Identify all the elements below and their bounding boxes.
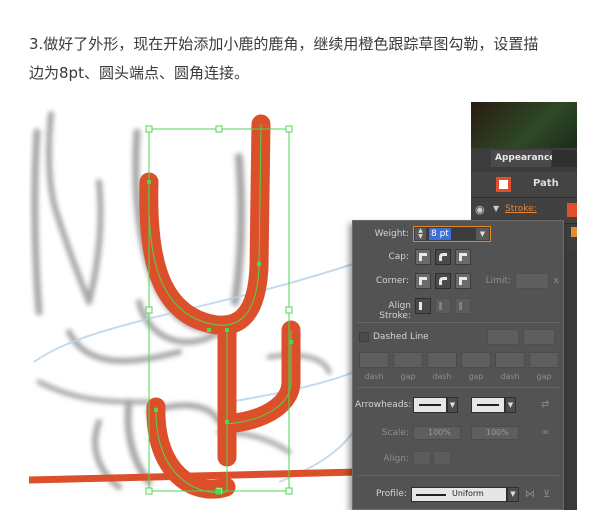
dash-input-1[interactable]	[359, 352, 389, 368]
visibility-eye-icon[interactable]: ◉	[475, 203, 485, 216]
align-outside-icon[interactable]	[455, 298, 471, 314]
dash-label: dash	[432, 372, 452, 381]
arrowheads-label: Arrowheads:	[355, 400, 412, 410]
profile-select[interactable]: Uniform	[411, 487, 507, 502]
weight-stepper-icon[interactable]: ▲ ▼	[415, 228, 426, 240]
gap-input-2[interactable]	[461, 352, 491, 368]
divider	[357, 387, 559, 388]
panel-edge-marker	[571, 227, 577, 237]
butt-cap-icon[interactable]	[415, 249, 431, 265]
round-cap-icon[interactable]	[435, 249, 451, 265]
align-center-icon[interactable]	[415, 298, 431, 314]
illustrator-screenshot: Appearance Path ◉ ▼ Stroke: Weight: ▲ ▼ 8…	[29, 102, 577, 510]
align-inside-icon[interactable]	[435, 298, 451, 314]
corner-label: Corner:	[375, 276, 409, 286]
dash-input-3[interactable]	[495, 352, 525, 368]
stroke-color-swatch[interactable]	[567, 203, 577, 217]
chevron-down-icon[interactable]: ▼	[507, 487, 519, 502]
start-arrowhead-select[interactable]	[413, 397, 447, 413]
instruction-line-2: 边为8pt、圆头端点、圆角连接。	[29, 64, 249, 82]
chevron-down-icon[interactable]: ▼	[505, 397, 516, 413]
flip-vertical-icon[interactable]: ⊻	[543, 489, 550, 500]
gap-input-3[interactable]	[529, 352, 559, 368]
start-scale-input[interactable]: 100%	[413, 426, 461, 440]
appearance-path-row[interactable]: Path	[471, 172, 577, 198]
end-scale-input[interactable]: 100%	[471, 426, 519, 440]
gap-label: gap	[400, 372, 416, 381]
weight-input[interactable]: 8 pt	[429, 228, 451, 240]
dashed-line-checkbox[interactable]	[359, 332, 369, 342]
miter-join-icon[interactable]	[415, 273, 431, 289]
gap-label: gap	[468, 372, 484, 381]
preserve-dash-icon[interactable]	[487, 329, 519, 345]
scale-label: Scale:	[381, 428, 409, 438]
align-arrow-label: Align:	[383, 454, 409, 464]
path-thumbnail	[496, 177, 511, 192]
dash-label: dash	[500, 372, 520, 381]
tab-inactive[interactable]	[552, 150, 577, 167]
stroke-link[interactable]: Stroke:	[505, 204, 537, 214]
limit-suffix: x	[553, 276, 559, 286]
arrow-tip-end-icon[interactable]	[433, 451, 451, 465]
expand-triangle-icon[interactable]: ▼	[493, 204, 499, 213]
profile-label: Profile:	[375, 489, 407, 499]
divider	[357, 322, 559, 323]
gap-label: gap	[536, 372, 552, 381]
uniform-line-preview	[416, 494, 446, 496]
weight-combobox[interactable]: ▲ ▼ 8 pt ▼	[413, 226, 491, 242]
align-stroke-label: Align Stroke:	[379, 301, 411, 321]
tab-appearance[interactable]: Appearance	[491, 150, 555, 167]
instruction-text: 3.做好了外形，现在开始添加小鹿的鹿角，继续用橙色跟踪草图勾勒，设置描 边为8p…	[29, 30, 589, 88]
bevel-join-icon[interactable]	[455, 273, 471, 289]
limit-input[interactable]	[515, 273, 549, 289]
stroke-panel: Weight: ▲ ▼ 8 pt ▼ Cap: Corner: Limit: x …	[352, 220, 564, 510]
gap-input-1[interactable]	[393, 352, 423, 368]
dash-label: dash	[364, 372, 384, 381]
profile-value: Uniform	[452, 489, 484, 498]
projecting-cap-icon[interactable]	[455, 249, 471, 265]
instruction-line-1: 3.做好了外形，现在开始添加小鹿的鹿角，继续用橙色跟踪草图勾勒，设置描	[29, 35, 539, 53]
align-dash-icon[interactable]	[523, 329, 555, 345]
arrow-tip-beyond-icon[interactable]	[413, 451, 431, 465]
weight-dropdown-icon[interactable]: ▼	[476, 228, 489, 240]
cap-label: Cap:	[388, 252, 409, 262]
dash-input-2[interactable]	[427, 352, 457, 368]
limit-label: Limit:	[485, 276, 511, 286]
dashed-line-label: Dashed Line	[373, 332, 429, 342]
color-picker-area[interactable]	[471, 102, 577, 148]
round-join-icon[interactable]	[435, 273, 451, 289]
link-scale-icon[interactable]: ∞	[541, 427, 549, 438]
path-label: Path	[533, 178, 559, 189]
weight-label: Weight:	[374, 229, 409, 239]
swap-arrowheads-icon[interactable]: ⇄	[541, 399, 549, 410]
end-arrowhead-select[interactable]	[471, 397, 505, 413]
flip-horizontal-icon[interactable]: ⋈	[525, 489, 535, 500]
chevron-down-icon[interactable]: ▼	[447, 397, 458, 413]
divider	[357, 475, 559, 476]
